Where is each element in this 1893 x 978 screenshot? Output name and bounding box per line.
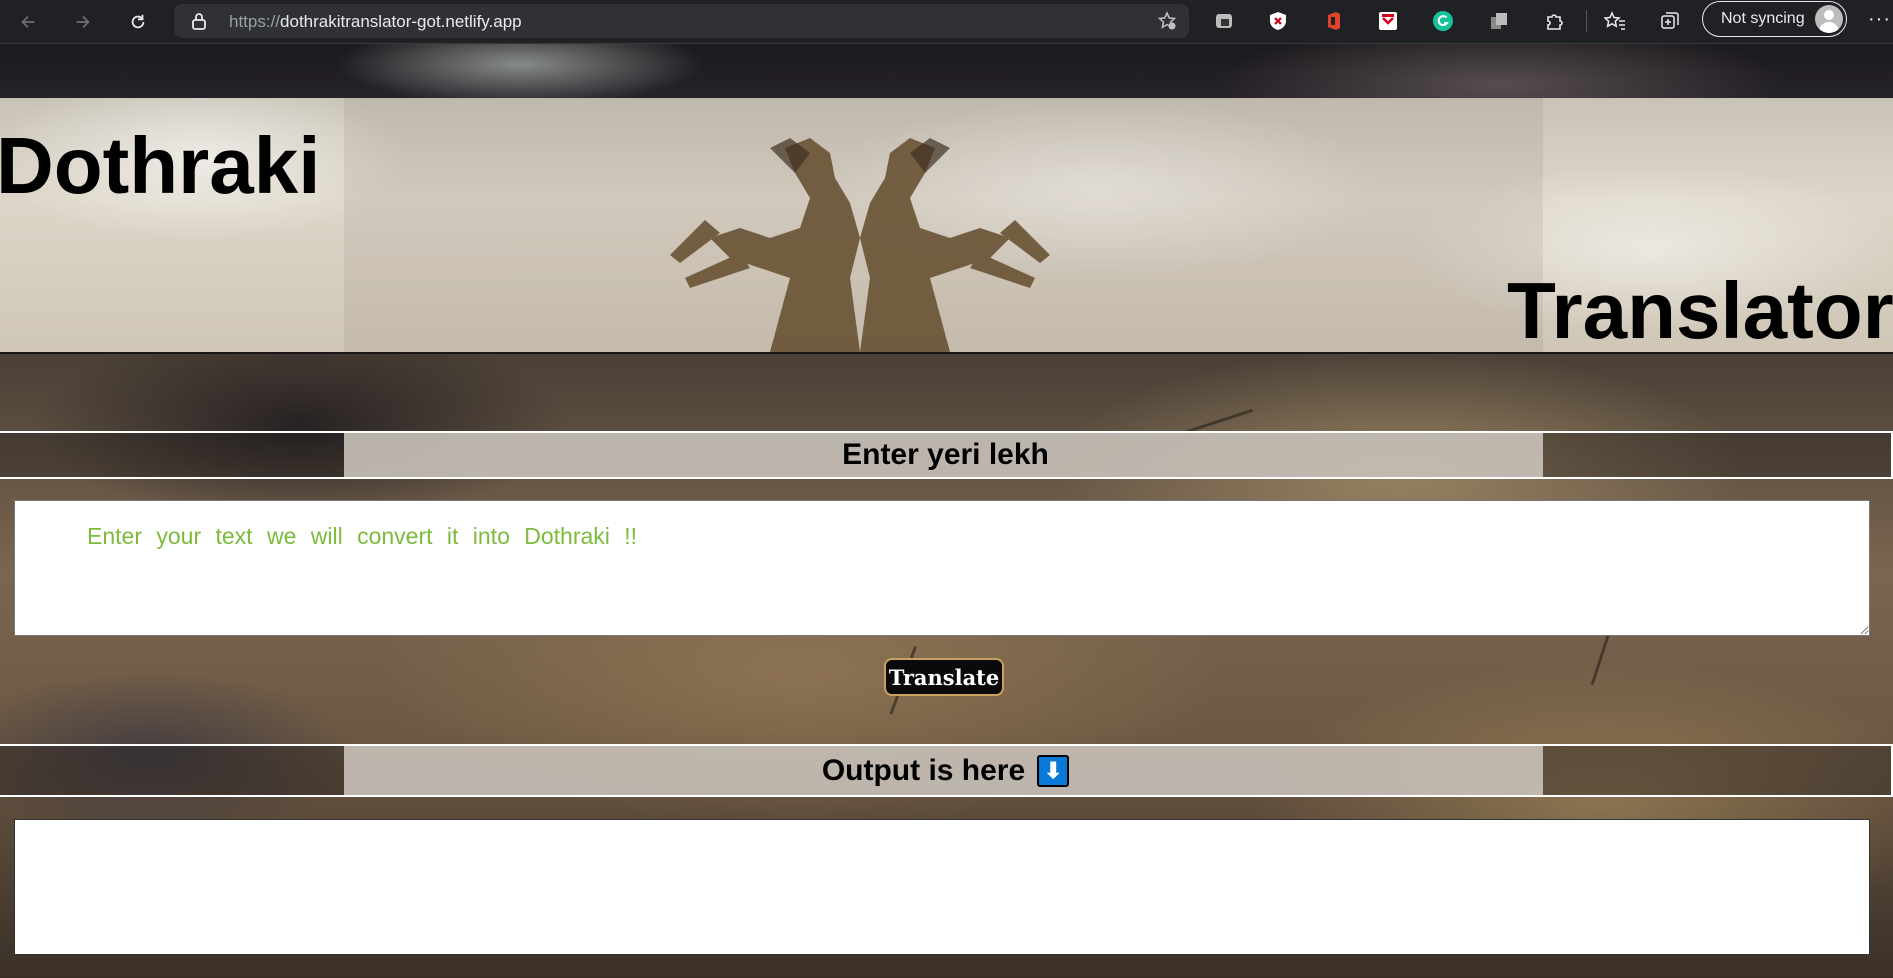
page-content: ⸻ ⸻ ⸻ Dothraki Translator Enter yeri lek… (0, 44, 1893, 978)
reload-icon[interactable] (124, 8, 152, 36)
translate-button[interactable]: Translate (884, 658, 1004, 696)
collections-icon[interactable] (1658, 9, 1682, 33)
input-label: Enter yeri lekh (842, 438, 1049, 471)
title-left: Dothraki (0, 121, 321, 210)
pocket-extension-icon[interactable] (1376, 9, 1400, 33)
horses-image (670, 138, 1050, 352)
profile-sync-button[interactable]: Not syncing (1702, 1, 1847, 37)
output-label-band: Output is here ⬇ (0, 744, 1893, 797)
avatar (1815, 5, 1843, 33)
back-icon[interactable] (14, 8, 42, 36)
text-input[interactable] (14, 500, 1870, 636)
lock-icon[interactable] (190, 12, 208, 30)
input-label-band: Enter yeri lekh (0, 431, 1893, 479)
address-bar[interactable]: https://dothrakitranslator-got.netlify.a… (174, 4, 1189, 38)
browser-toolbar: https://dothrakitranslator-got.netlify.a… (0, 0, 1893, 44)
url-text[interactable]: https://dothrakitranslator-got.netlify.a… (229, 12, 522, 32)
header-banner: Dothraki Translator (0, 98, 1893, 355)
output-label-row: Output is here ⬇ (0, 746, 1891, 795)
copy-extension-icon[interactable] (1487, 9, 1511, 33)
office-extension-icon[interactable] (1322, 9, 1346, 33)
forward-icon[interactable] (69, 8, 97, 36)
favorites-icon[interactable] (1603, 9, 1627, 33)
output-label: Output is here (821, 753, 1026, 787)
extensions-puzzle-icon[interactable] (1542, 9, 1566, 33)
add-favorite-icon[interactable] (1157, 11, 1177, 31)
output-box (14, 819, 1870, 955)
adblock-extension-icon[interactable] (1266, 9, 1290, 33)
more-menu-icon[interactable]: ··· (1868, 8, 1891, 31)
toolbar-separator (1586, 10, 1587, 32)
shield-extension-icon[interactable] (1212, 9, 1236, 33)
sync-status-label: Not syncing (1721, 10, 1805, 27)
title-right: Translator (1507, 266, 1893, 355)
grammarly-icon[interactable] (1431, 9, 1455, 33)
down-arrow-icon: ⬇ (1037, 754, 1070, 787)
